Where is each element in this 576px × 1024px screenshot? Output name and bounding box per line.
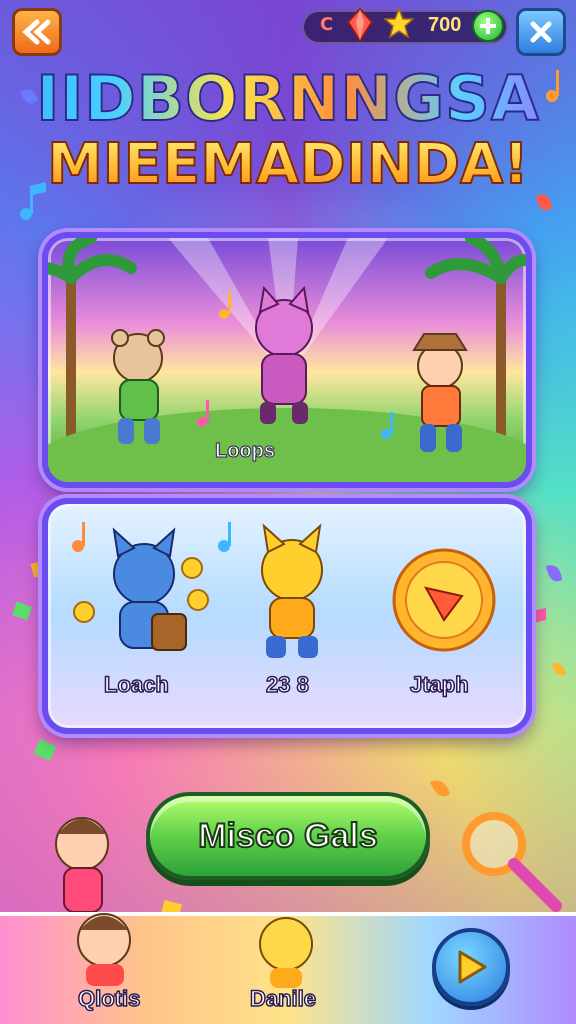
game-title-line2: MIEEMADINDA! xyxy=(0,131,576,198)
player-label-qlotis: Qlotis xyxy=(77,985,141,1012)
music-note-icon xyxy=(218,522,231,552)
kid-character xyxy=(55,817,109,912)
player-avatar-danile[interactable] xyxy=(244,912,328,988)
main-button-label: Misco Gals xyxy=(197,816,379,856)
confetti-icon xyxy=(430,780,450,797)
blue-cat-character xyxy=(73,527,209,651)
back-button[interactable] xyxy=(12,8,62,56)
close-icon xyxy=(530,21,552,43)
yellow-cat-character xyxy=(261,523,323,658)
game-title-line1: IIDBORNNGSA xyxy=(0,61,576,136)
scene-label: Loops xyxy=(215,440,276,463)
sun-badge-icon xyxy=(392,548,496,652)
magnifier-icon[interactable] xyxy=(456,806,566,916)
star-icon xyxy=(384,8,414,38)
misco-gals-button[interactable]: Misco Gals xyxy=(146,792,430,880)
play-icon xyxy=(458,950,487,984)
pink-cat-character xyxy=(255,285,313,424)
plus-icon xyxy=(480,18,496,34)
confetti-icon xyxy=(12,601,32,621)
dance-scene-illustration xyxy=(48,238,526,482)
close-button[interactable] xyxy=(516,8,566,56)
gem-icon xyxy=(347,8,373,42)
confetti-icon xyxy=(552,663,566,676)
add-coins-button[interactable] xyxy=(472,10,504,42)
back-arrows-icon xyxy=(22,19,51,45)
play-button[interactable] xyxy=(432,928,510,1006)
player-label-danile: Danile xyxy=(249,985,317,1012)
confetti-icon xyxy=(33,738,57,762)
player-avatar-qlotis[interactable] xyxy=(62,906,152,986)
coin-count: 700 xyxy=(428,14,462,36)
confetti-icon xyxy=(546,565,562,582)
character-label-loach: Loach xyxy=(103,671,169,698)
scene-panel[interactable] xyxy=(42,232,532,488)
character-label-jtaph: Jtaph xyxy=(409,671,469,698)
character-label-23-8: 23 8 xyxy=(265,671,309,698)
music-note-icon xyxy=(72,522,85,552)
currency-label: C xyxy=(320,14,334,35)
character-select-panel xyxy=(42,498,532,734)
